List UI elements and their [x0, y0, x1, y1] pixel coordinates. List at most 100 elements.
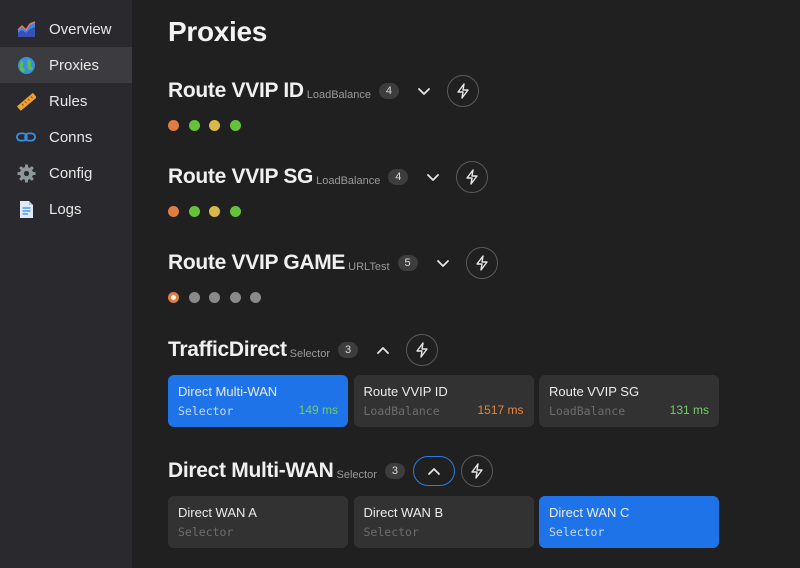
proxy-status-dot[interactable]	[188, 292, 200, 303]
proxy-status-dots	[168, 292, 271, 303]
proxy-name: Direct WAN B	[363, 505, 444, 520]
proxy-status-dots	[168, 120, 250, 131]
group-header: TrafficDirect Selector 3	[168, 334, 439, 366]
proxy-count-badge: 3	[338, 342, 359, 358]
chart-area-icon	[16, 19, 36, 39]
link-icon	[16, 127, 36, 147]
proxy-latency[interactable]: 131 ms	[670, 403, 709, 417]
latency-test-button[interactable]	[460, 455, 493, 487]
collapse-toggle-button[interactable]	[366, 335, 400, 365]
group-name: Route VVIP GAME	[168, 251, 346, 274]
nav-label: Proxies	[49, 56, 100, 74]
chevron-up-icon	[377, 346, 389, 354]
globe-icon	[16, 55, 36, 75]
proxy-name: Route VVIP SG	[549, 384, 640, 399]
proxy-count-badge: 5	[397, 255, 418, 271]
lightning-icon	[466, 169, 479, 185]
expand-toggle-button[interactable]	[416, 162, 450, 192]
group-header: Route VVIP SG LoadBalance 4	[168, 161, 489, 193]
page-title: Proxies	[168, 16, 268, 47]
proxy-status-dot[interactable]	[229, 120, 241, 131]
proxy-status-dot[interactable]	[168, 206, 179, 217]
proxy-type: Selector	[178, 525, 234, 539]
nav-item-logs[interactable]: Logs	[0, 191, 132, 227]
nav-item-config[interactable]: Config	[0, 155, 132, 191]
proxy-card[interactable]: Route VVIP ID LoadBalance 1517 ms	[353, 375, 534, 427]
proxy-status-dot[interactable]	[209, 206, 220, 217]
proxy-status-dots	[168, 206, 250, 217]
chevron-down-icon	[436, 259, 449, 267]
nav-label: Conns	[49, 128, 93, 146]
proxy-card[interactable]: Direct Multi-WAN Selector 149 ms	[168, 375, 348, 427]
group-name: Route VVIP ID	[168, 79, 304, 102]
latency-test-button[interactable]	[406, 334, 439, 366]
nav-label: Config	[49, 164, 93, 182]
collapse-toggle-button[interactable]	[412, 456, 455, 486]
proxy-card[interactable]: Direct WAN A Selector	[168, 496, 348, 548]
group-type: Selector	[289, 348, 331, 360]
group-name: Route VVIP SG	[168, 165, 314, 188]
proxy-status-dot[interactable]	[250, 292, 261, 303]
proxy-type: Selector	[178, 404, 234, 418]
proxy-name: Route VVIP ID	[363, 384, 448, 399]
proxy-card[interactable]: Route VVIP SG LoadBalance 131 ms	[539, 375, 719, 427]
sidebar: Overview Proxies Rules Conns Config Logs	[0, 0, 132, 568]
proxy-cards: Direct Multi-WAN Selector 149 ms Route V…	[168, 375, 725, 427]
group-header: Route VVIP ID LoadBalance 4	[168, 75, 479, 107]
proxy-type: LoadBalance	[363, 404, 440, 418]
proxy-status-dot[interactable]	[188, 120, 200, 131]
group-type: Selector	[336, 469, 377, 481]
proxy-status-dot[interactable]	[188, 206, 200, 217]
latency-test-button[interactable]	[446, 75, 479, 107]
lightning-icon	[416, 342, 428, 358]
proxy-card[interactable]: Direct WAN C Selector	[539, 496, 719, 548]
main-content: Proxies Route VVIP ID LoadBalance 4 Rout…	[132, 0, 800, 568]
nav-item-conns[interactable]: Conns	[0, 119, 132, 155]
proxy-status-dot[interactable]	[209, 292, 220, 303]
nav-item-overview[interactable]: Overview	[0, 11, 132, 47]
proxy-cards: Direct WAN A Selector Direct WAN B Selec…	[168, 496, 725, 548]
proxy-type: Selector	[363, 525, 419, 539]
chevron-down-icon	[427, 173, 440, 181]
proxy-name: Direct WAN C	[549, 505, 630, 520]
expand-toggle-button[interactable]	[426, 248, 460, 278]
gear-icon	[16, 163, 36, 183]
group-name: TrafficDirect	[168, 338, 287, 361]
nav-item-rules[interactable]: Rules	[0, 83, 132, 119]
proxy-count-badge: 4	[378, 83, 399, 99]
proxy-status-dot[interactable]	[168, 120, 179, 131]
proxy-name: Direct WAN A	[178, 505, 257, 520]
group-type: LoadBalance	[306, 89, 371, 101]
proxy-card[interactable]: Direct WAN B Selector	[353, 496, 534, 548]
nav-item-proxies[interactable]: Proxies	[0, 47, 132, 83]
chevron-up-icon	[427, 467, 440, 475]
latency-test-button[interactable]	[465, 247, 498, 279]
group-header: Route VVIP GAME URLTest 5	[168, 247, 498, 279]
proxy-count-badge: 3	[384, 463, 405, 479]
group-type: LoadBalance	[316, 175, 381, 187]
ruler-icon	[16, 91, 36, 111]
nav-label: Overview	[49, 20, 112, 38]
proxy-status-dot[interactable]	[168, 292, 179, 303]
chevron-down-icon	[418, 87, 430, 95]
proxy-status-dot[interactable]	[229, 292, 241, 303]
lightning-icon	[457, 83, 469, 99]
proxy-name: Direct Multi-WAN	[178, 384, 278, 399]
document-icon	[16, 199, 36, 219]
proxy-latency[interactable]: 1517 ms	[477, 403, 523, 417]
group-type: URLTest	[348, 261, 390, 273]
proxy-status-dot[interactable]	[229, 206, 241, 217]
nav-label: Rules	[49, 92, 88, 110]
lightning-icon	[475, 255, 488, 271]
lightning-icon	[471, 463, 483, 479]
proxy-type: Selector	[549, 525, 605, 539]
proxy-status-dot[interactable]	[209, 120, 220, 131]
group-name: Direct Multi-WAN	[168, 459, 334, 482]
proxy-latency[interactable]: 149 ms	[299, 403, 338, 417]
nav-label: Logs	[49, 200, 82, 218]
proxy-count-badge: 4	[388, 169, 409, 185]
group-header: Direct Multi-WAN Selector 3	[168, 455, 493, 487]
proxy-type: LoadBalance	[549, 404, 626, 418]
expand-toggle-button[interactable]	[407, 76, 441, 106]
latency-test-button[interactable]	[456, 161, 489, 193]
